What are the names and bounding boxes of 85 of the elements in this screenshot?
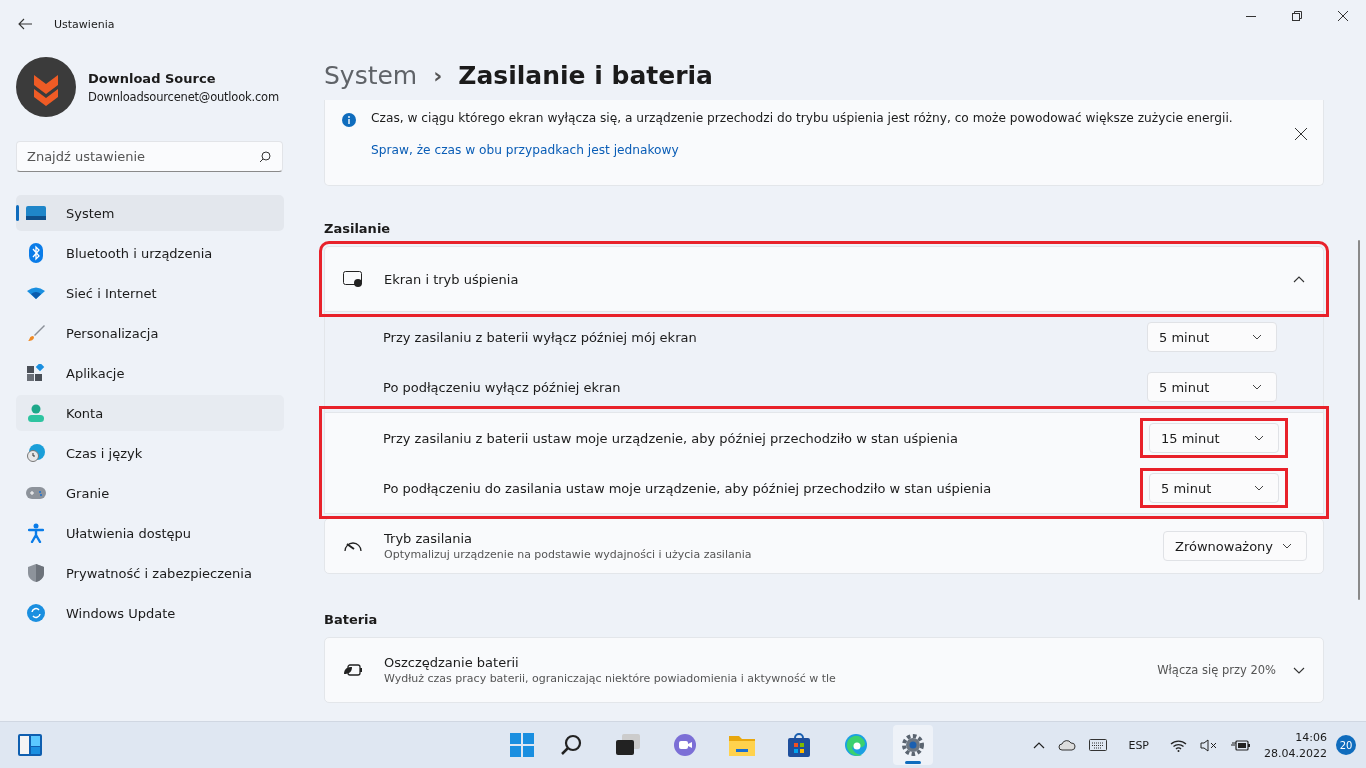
start-icon[interactable]: [510, 733, 534, 757]
window-title: Ustawienia: [54, 17, 115, 31]
accessibility-icon: [28, 523, 44, 543]
setting-description: Wydłuż czas pracy baterii, ograniczając niektóre powiadomienia i aktywność w tle: [384, 672, 837, 685]
browser-icon: [844, 733, 868, 757]
close-icon[interactable]: [1295, 128, 1307, 140]
language-indicator[interactable]: ESP: [1128, 738, 1149, 752]
bluetooth-icon: [29, 243, 43, 263]
brush-icon: [27, 324, 45, 342]
sidebar-item[interactable]: Aplikacje: [16, 355, 284, 391]
apps-icon: [27, 364, 45, 382]
avatar-logo-icon: [16, 57, 76, 117]
search-field[interactable]: Znajdź ustawienie: [16, 141, 283, 172]
account-name: Download Source: [88, 70, 217, 86]
info-message: Czas, w ciągu którego ekran wyłącza się, a urządzenie przechodzi do trybu uśpienia jest różny, co może powodować większe zużycie energii.: [371, 111, 1234, 125]
store-bag-icon: [787, 733, 811, 757]
account-email: Downloadsourcenet@outlook.com: [88, 89, 279, 104]
page-title: Zasilanie i bateria: [458, 60, 713, 90]
setting-label: Po podłączeniu do zasilania ustaw moje urządzenie, aby później przechodziło w stan uśpienia: [383, 480, 993, 496]
sidebar-item[interactable]: Personalizacja: [16, 315, 284, 351]
sidebar-item[interactable]: Prywatność i zabezpieczenia: [16, 555, 284, 591]
chevron-up-icon: [1293, 275, 1305, 283]
keyboard-icon[interactable]: [1089, 739, 1108, 751]
gear-icon: [901, 733, 925, 757]
wifi-icon[interactable]: [1170, 738, 1187, 752]
search-icon[interactable]: [259, 151, 271, 163]
section-heading: Bateria: [324, 612, 379, 627]
task-view-icon: [616, 734, 640, 756]
info-link[interactable]: Spraw, że czas w obu przypadkach jest jednakowy: [371, 143, 679, 157]
monitor-icon: [26, 206, 46, 220]
gauge-icon: [343, 539, 363, 553]
sidebar-item[interactable]: System: [16, 195, 284, 231]
close-icon[interactable]: [1338, 11, 1348, 21]
battery-plug-icon[interactable]: [1231, 738, 1251, 752]
person-icon: [28, 404, 44, 422]
search-icon: [559, 733, 583, 757]
wifi-icon: [27, 287, 45, 299]
breadcrumb-link[interactable]: System: [324, 60, 418, 90]
chevron-down-icon: [1282, 543, 1292, 549]
cloud-icon[interactable]: [1058, 739, 1077, 751]
gamepad-icon: [26, 487, 46, 499]
setting-label: Po podłączeniu wyłącz później ekran: [383, 379, 622, 395]
battery-leaf-icon: [343, 663, 363, 677]
chevron-down-icon: [1254, 485, 1264, 491]
sidebar-item[interactable]: Czas i język: [16, 435, 284, 471]
screen-moon-icon: [343, 271, 363, 287]
info-icon: [342, 113, 356, 127]
sidebar-item[interactable]: Ułatwienia dostępu: [16, 515, 284, 551]
sidebar-item[interactable]: Sieć i Internet: [16, 275, 284, 311]
chevron-down-icon[interactable]: [1293, 666, 1305, 674]
minimize-icon[interactable]: [1246, 15, 1256, 17]
back-arrow-icon[interactable]: [18, 18, 32, 30]
section-heading: Zasilanie: [324, 221, 392, 236]
chevron-down-icon: [1252, 334, 1262, 340]
setting-title: Tryb zasilania: [384, 531, 474, 546]
dropdown[interactable]: Zrównoważony: [1163, 531, 1307, 561]
sidebar-item[interactable]: Bluetooth i urządzenia: [16, 235, 284, 271]
dropdown[interactable]: 15 minut: [1149, 423, 1279, 453]
sidebar-item[interactable]: Windows Update: [16, 595, 284, 631]
clock-date[interactable]: 28.04.2022: [1264, 746, 1327, 760]
breadcrumb-separator: ›: [433, 62, 443, 88]
clock-time[interactable]: 14:06: [1295, 730, 1327, 744]
maximize-icon[interactable]: [1292, 11, 1302, 21]
update-icon: [27, 604, 45, 622]
notification-badge[interactable]: 20: [1336, 735, 1356, 755]
setting-title: Oszczędzanie baterii: [384, 655, 520, 670]
chevron-down-icon: [1252, 384, 1262, 390]
chevron-up-icon[interactable]: [1033, 741, 1046, 749]
dropdown[interactable]: 5 minut: [1147, 322, 1277, 352]
setting-description: Optymalizuj urządzenie na podstawie wydajności i użycia zasilania: [384, 548, 753, 561]
dropdown[interactable]: 5 minut: [1147, 372, 1277, 402]
dropdown[interactable]: 5 minut: [1149, 473, 1279, 503]
sidebar-item[interactable]: Granie: [16, 475, 284, 511]
globe-clock-icon: [27, 444, 45, 462]
widgets-icon[interactable]: [18, 734, 42, 756]
setting-status: Włącza się przy 20%: [1157, 663, 1276, 677]
scrollbar[interactable]: [1358, 240, 1360, 600]
chevron-down-icon: [1254, 435, 1264, 441]
setting-label: Przy zasilaniu z baterii wyłącz później mój ekran: [383, 329, 698, 345]
setting-label: Przy zasilaniu z baterii ustaw moje urządzenie, aby później przechodziło w stan uśpienia: [383, 430, 959, 446]
shield-icon: [28, 564, 44, 582]
chat-icon: [673, 733, 697, 757]
sidebar-item[interactable]: Konta: [16, 395, 284, 431]
speaker-muted-icon[interactable]: [1200, 738, 1218, 752]
folder-icon: [729, 734, 755, 756]
